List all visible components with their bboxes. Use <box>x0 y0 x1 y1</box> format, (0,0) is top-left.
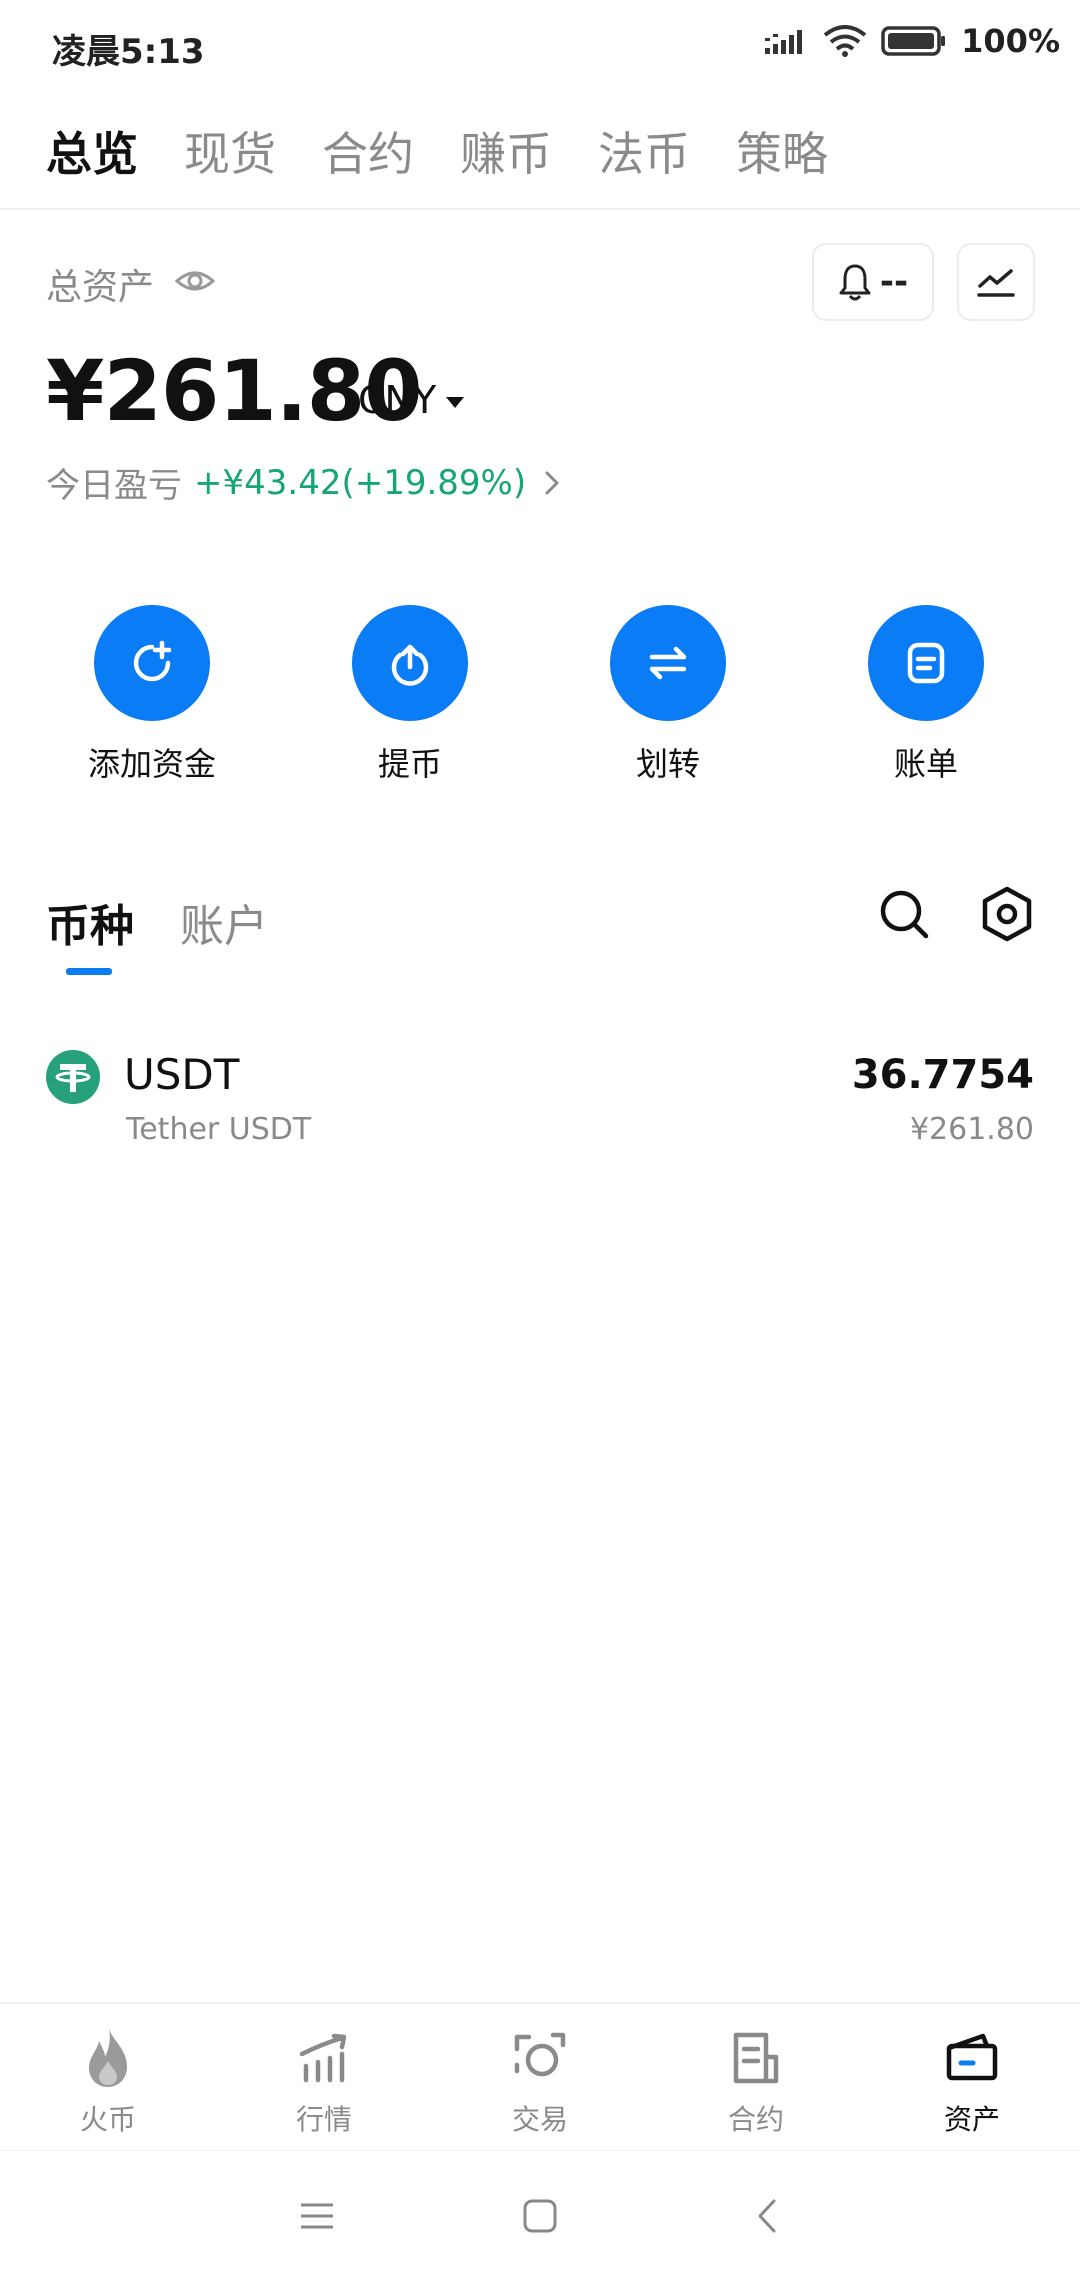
action-circle <box>610 605 726 721</box>
nav-label: 资产 <box>943 2103 1000 2136</box>
recent-apps-button[interactable] <box>292 2191 342 2241</box>
today-pnl-value: +¥43.42(+19.89%) <box>194 462 527 503</box>
transfer-icon <box>649 646 687 680</box>
tab-spot[interactable]: 现货 <box>184 118 276 184</box>
add-funds-button[interactable]: 添加资金 <box>52 605 252 785</box>
nav-label: 合约 <box>727 2103 784 2136</box>
menu-icon <box>301 2203 333 2229</box>
price-alert-button[interactable]: -- <box>812 243 934 321</box>
status-time: 凌晨5:13 <box>52 32 205 72</box>
action-label: 账单 <box>893 745 958 783</box>
tab-overview[interactable]: 总览 <box>46 118 138 184</box>
action-circle <box>868 605 984 721</box>
chevron-right-icon <box>545 471 559 494</box>
total-assets-label: 总资产 <box>46 267 155 308</box>
nav-icon-wrap <box>724 2026 788 2090</box>
bill-button[interactable]: 账单 <box>826 605 1026 785</box>
search-icon[interactable] <box>878 888 930 940</box>
status-bar: 凌晨5:13 100% <box>0 0 1080 90</box>
asset-row-usdt[interactable]: USDT Tether USDT 36.7754 ¥261.80 <box>0 1030 1080 1170</box>
action-circle <box>94 605 210 721</box>
tab-strategy[interactable]: 策略 <box>736 118 828 184</box>
withdraw-button[interactable]: 提币 <box>310 605 510 785</box>
nav-contract[interactable]: 合约 <box>676 2026 836 2138</box>
action-circle <box>352 605 468 721</box>
add-funds-icon <box>133 640 172 682</box>
today-pnl-row[interactable]: 今日盈亏 +¥43.42(+19.89%) <box>46 458 562 507</box>
top-tab-bar: 总览 现货 合约 赚币 法币 策略 <box>0 100 1080 210</box>
trend-chart-icon <box>977 269 1015 297</box>
contract-icon <box>733 2032 779 2084</box>
wallet-icon <box>946 2033 998 2081</box>
withdraw-icon <box>391 644 429 686</box>
coin-fiat-value: ¥261.80 <box>909 1112 1034 1147</box>
market-icon <box>299 2033 347 2083</box>
asset-analysis-button[interactable] <box>957 243 1035 321</box>
nav-icon-wrap <box>292 2026 356 2090</box>
coin-name: Tether USDT <box>126 1112 312 1147</box>
home-square-icon <box>523 2199 557 2233</box>
bell-icon <box>839 264 871 301</box>
nav-icon-wrap <box>940 2026 1004 2090</box>
coin-amount: 36.7754 <box>851 1052 1034 1098</box>
home-button[interactable] <box>515 2191 565 2241</box>
trade-icon <box>514 2032 566 2077</box>
nav-label: 行情 <box>295 2103 352 2136</box>
action-label: 划转 <box>635 745 700 783</box>
bill-icon <box>907 642 945 684</box>
caret-down-icon <box>446 396 465 408</box>
tab-accounts[interactable]: 账户 <box>180 890 268 954</box>
alert-text: -- <box>879 262 909 302</box>
nav-label: 交易 <box>511 2103 568 2136</box>
tab-fiat[interactable]: 法币 <box>598 118 690 184</box>
nav-huobi[interactable]: 火币 <box>28 2026 188 2138</box>
system-nav-bar <box>0 2150 1080 2280</box>
transfer-button[interactable]: 划转 <box>568 605 768 785</box>
tab-futures[interactable]: 合约 <box>322 118 414 184</box>
tab-earn[interactable]: 赚币 <box>460 118 552 184</box>
wifi-icon <box>823 25 867 57</box>
settings-icon[interactable] <box>980 886 1034 942</box>
battery-percent: 100% <box>961 22 1060 60</box>
nav-market[interactable]: 行情 <box>244 2026 404 2138</box>
nav-assets[interactable]: 资产 <box>892 2026 1052 2138</box>
active-tab-indicator <box>66 968 112 975</box>
nav-icon-wrap <box>508 2026 572 2090</box>
action-label: 提币 <box>377 745 442 783</box>
chevron-left-icon <box>758 2199 776 2233</box>
flame-icon <box>89 2029 127 2087</box>
coin-symbol: USDT <box>124 1050 240 1099</box>
back-button[interactable] <box>742 2191 792 2241</box>
action-label: 添加资金 <box>87 745 216 783</box>
tab-coins[interactable]: 币种 <box>46 890 134 954</box>
eye-icon[interactable] <box>174 260 216 302</box>
nav-label: 火币 <box>79 2103 136 2136</box>
nav-trade[interactable]: 交易 <box>460 2026 620 2138</box>
currency-label: CNY <box>358 378 437 422</box>
tether-icon <box>46 1050 100 1104</box>
quick-actions: 添加资金 提币 划转 账单 <box>0 605 1080 785</box>
currency-select[interactable]: CNY <box>358 378 465 422</box>
bottom-nav: 火币 行情 交易 合约 资产 <box>0 2002 1080 2150</box>
status-icons: 100% <box>765 22 1060 60</box>
battery-icon <box>881 26 946 56</box>
today-pnl-label: 今日盈亏 <box>46 466 182 506</box>
signal-icon <box>765 30 803 54</box>
nav-icon-wrap <box>76 2026 140 2090</box>
